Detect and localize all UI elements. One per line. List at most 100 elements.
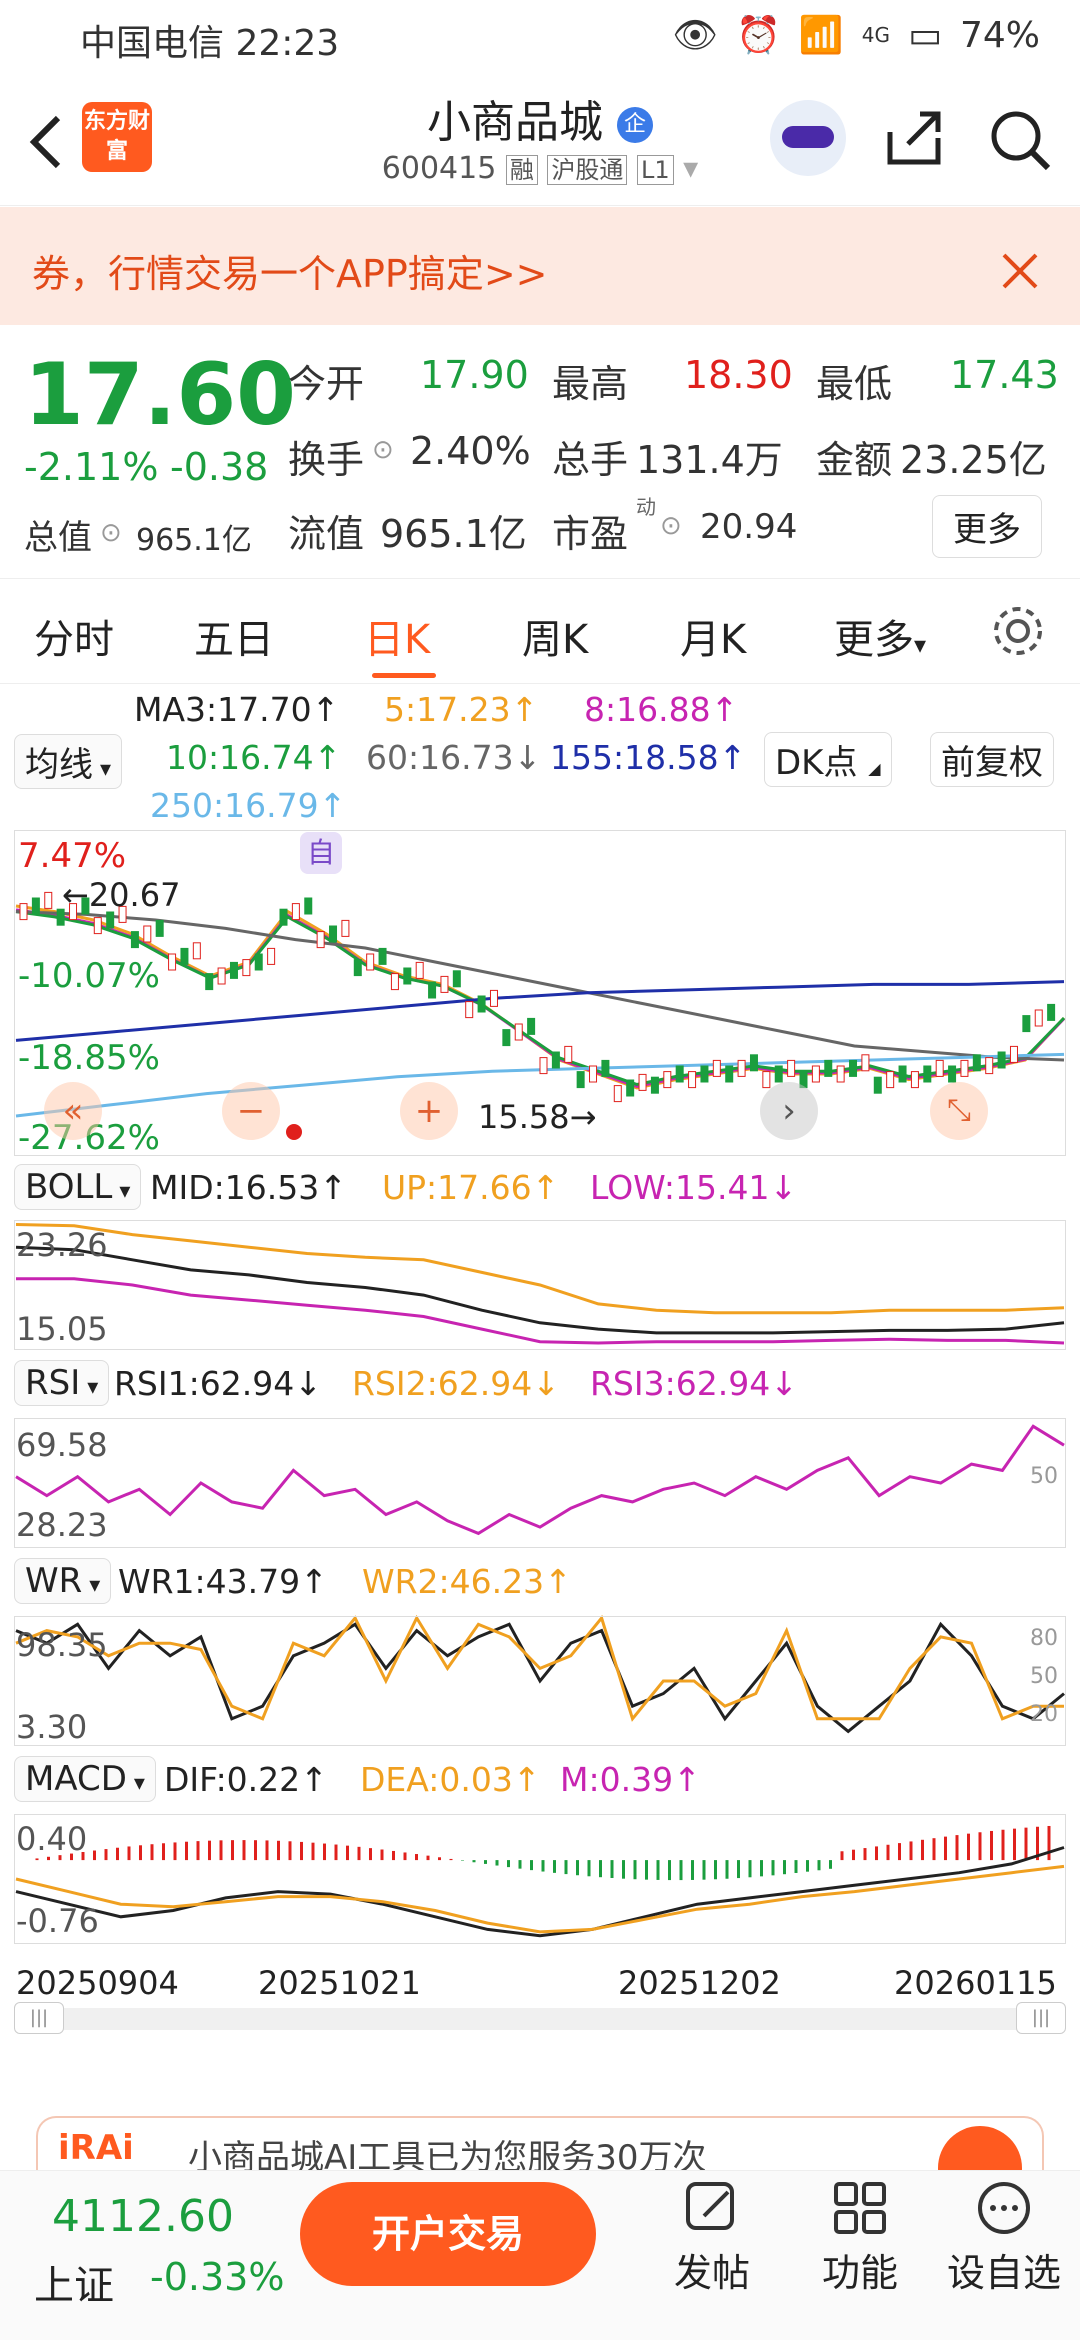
tab-more[interactable]: 更多▾ (834, 607, 926, 665)
zoom-in-button[interactable]: + (400, 1082, 458, 1140)
pct-label-3: -18.85% (18, 1038, 160, 1078)
turnover-info-icon[interactable]: ⊙ (372, 435, 394, 465)
mktcap-label: 总值 (24, 518, 92, 558)
tab-monthly-k[interactable]: 月K (680, 607, 746, 665)
function-button[interactable]: 功能 (812, 2178, 908, 2297)
low-label: 最低 (816, 362, 893, 406)
tab-weekly-k[interactable]: 周K (522, 607, 588, 665)
scroll-handle-left[interactable]: ||| (14, 2002, 64, 2034)
pe-dynamic-mark: 动 (636, 495, 656, 519)
open-account-button[interactable]: 开户交易 (300, 2182, 596, 2286)
ma5-label: 5:17.23↑ (384, 690, 539, 729)
high-value: 18.30 (684, 353, 793, 397)
grid-icon (834, 2182, 886, 2234)
macd-dif: DIF:0.22↑ (164, 1760, 328, 1799)
tab-intraday[interactable]: 分时 (34, 607, 114, 665)
chart-area: MA3:17.70↑ 5:17.23↑ 8:16.88↑ 均线 ▾ 10:16.… (0, 686, 1080, 2046)
tab-daily-k[interactable]: 日K (364, 607, 430, 665)
pe-label: 市盈 (552, 512, 629, 556)
caret-icon: ▾ (914, 631, 927, 659)
rsi1: RSI1:62.94↓ (114, 1364, 322, 1403)
watch-label: 设自选 (946, 2251, 1061, 2295)
tab-five-day[interactable]: 五日 (194, 607, 274, 665)
caret-icon: ▾ (112, 1179, 131, 1204)
wr-tick-top: 98.35 (16, 1626, 108, 1664)
wr-ref-20: 20 (1030, 1702, 1058, 1727)
edit-icon (686, 2182, 734, 2230)
wr2: WR2:46.23↑ (362, 1562, 572, 1601)
dk-button[interactable]: DK点 ◢ (764, 732, 892, 787)
chart-scrollbar[interactable] (14, 2008, 1066, 2030)
gear-icon[interactable] (990, 603, 1046, 659)
more-button[interactable]: 更多 (932, 495, 1042, 558)
eye-icon: 👁 (672, 15, 719, 56)
macd-dea: DEA:0.03↑ (360, 1760, 541, 1799)
scroll-right-button[interactable]: › (760, 1082, 818, 1140)
more-dots-icon (978, 2182, 1030, 2234)
boll-mid: MID:16.53↑ (150, 1168, 347, 1207)
boll-tick-bottom: 15.05 (16, 1310, 108, 1348)
scroll-handle-right[interactable]: ||| (1016, 2002, 1066, 2034)
ma155-label: 155:18.58↑ (550, 738, 747, 777)
scroll-left-button[interactable]: « (44, 1082, 102, 1140)
ma10-label: 10:16.74↑ (166, 738, 342, 777)
zoom-out-button[interactable]: − (222, 1082, 280, 1140)
share-icon[interactable] (884, 108, 944, 168)
index-change: -0.33% (150, 2255, 285, 2299)
min-price-label: 15.58→ (478, 1098, 597, 1136)
turnover-value: 2.40% (410, 429, 531, 473)
enterprise-badge: 企 (617, 107, 653, 143)
caret-icon: ▾ (126, 1771, 145, 1796)
caret-icon: ▾ (80, 1375, 99, 1400)
rsi-label: RSI (25, 1363, 81, 1403)
ai-go-icon[interactable] (938, 2126, 1022, 2170)
promo-banner[interactable]: 券，行情交易一个APP搞定>> (0, 207, 1080, 325)
boll-up: UP:17.66↑ (382, 1168, 560, 1207)
alarm-icon: ⏰ (736, 15, 781, 56)
dropdown-icon: ▾ (683, 151, 699, 186)
pct-label-2: -10.07% (18, 956, 160, 996)
open-label: 今开 (288, 362, 365, 406)
index-value[interactable]: 4112.60 (52, 2191, 234, 2242)
robot-avatar-icon[interactable] (770, 100, 846, 176)
close-icon[interactable] (1000, 251, 1040, 291)
ai-banner[interactable]: iRAi 小商品城AI工具已为您服务30万次 (36, 2116, 1044, 2170)
index-name: 上证 (34, 2263, 114, 2309)
last-price: 17.60 (24, 345, 297, 445)
wr-label: WR (25, 1561, 83, 1601)
post-button[interactable]: 发帖 (664, 2178, 760, 2297)
date-label-2: 20251021 (258, 1964, 421, 2002)
record-dot-icon (286, 1124, 302, 1140)
macd-tick-top: 0.40 (16, 1820, 88, 1858)
search-icon[interactable] (988, 108, 1052, 172)
self-select-marker[interactable]: 自 (300, 832, 342, 874)
battery-icon: ▭ (907, 14, 942, 56)
rsi-frame (14, 1418, 1066, 1548)
fullscreen-button[interactable]: ⤡ (930, 1082, 988, 1140)
ma-selector[interactable]: 均线 ▾ (14, 734, 123, 789)
info-icon[interactable]: ⊙ (100, 518, 122, 548)
rsi-tick-bottom: 28.23 (16, 1506, 108, 1544)
min-price-value: 15.58 (478, 1098, 570, 1136)
post-label: 发帖 (673, 2251, 750, 2295)
pct-label-top: 7.47% (18, 836, 127, 876)
change-value: -0.38 (170, 445, 269, 489)
ma8-label: 8:16.88↑ (584, 690, 739, 729)
add-watchlist-button[interactable]: 设自选 (944, 2178, 1064, 2297)
wr-ref-80: 80 (1030, 1626, 1058, 1651)
turnover-label: 换手 (288, 438, 365, 482)
corner-icon: ◢ (868, 759, 881, 778)
boll-low: LOW:15.41↓ (590, 1168, 798, 1207)
pe-info-icon[interactable]: ⊙ (660, 511, 682, 541)
wr1: WR1:43.79↑ (118, 1562, 328, 1601)
dk-label: DK点 (775, 743, 858, 783)
rsi-selector[interactable]: RSI ▾ (14, 1360, 110, 1406)
macd-selector[interactable]: MACD ▾ (14, 1756, 156, 1802)
boll-selector[interactable]: BOLL ▾ (14, 1164, 142, 1210)
adjust-button[interactable]: 前复权 (930, 732, 1054, 787)
boll-label: BOLL (25, 1167, 113, 1207)
tag-level: L1 (636, 155, 674, 185)
wr-selector[interactable]: WR ▾ (14, 1558, 112, 1604)
date-label-3: 20251202 (618, 1964, 781, 2002)
ai-banner-text: 小商品城AI工具已为您服务30万次 (188, 2138, 707, 2170)
